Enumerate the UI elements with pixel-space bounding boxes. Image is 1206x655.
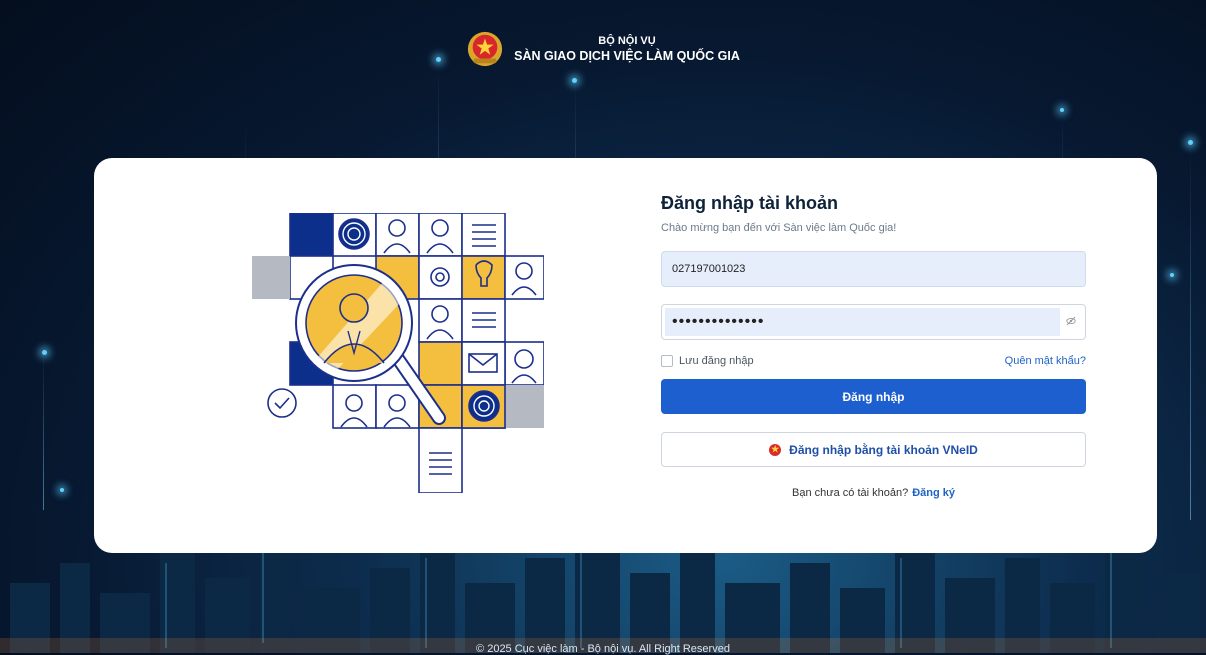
national-emblem-icon	[468, 31, 503, 67]
username-value: 027197001023	[672, 263, 746, 275]
forgot-password-link[interactable]: Quên mật khẩu?	[1005, 355, 1086, 367]
login-card: Đăng nhập tài khoản Chào mừng bạn đến vớ…	[94, 158, 1157, 553]
site-header: BỘ NỘI VỤ SÀN GIAO DỊCH VIỆC LÀM QUỐC GI…	[0, 30, 1206, 68]
vneid-star-icon: ★	[769, 443, 782, 456]
remember-checkbox[interactable]	[661, 355, 673, 367]
login-heading: Đăng nhập tài khoản	[661, 193, 839, 213]
remember-label: Lưu đăng nhập	[679, 355, 754, 367]
login-subtitle: Chào mừng bạn đến với Sàn việc làm Quốc …	[661, 222, 897, 234]
remember-me[interactable]: Lưu đăng nhập	[661, 355, 754, 367]
vneid-login-button[interactable]: ★ Đăng nhập bằng tài khoản VNeID	[661, 432, 1086, 467]
ministry-name: BỘ NỘI VỤ	[598, 35, 656, 47]
vneid-label: Đăng nhập bằng tài khoản VNeID	[789, 442, 978, 457]
job-search-illustration	[252, 213, 544, 493]
password-input[interactable]: ••••••••••••••	[665, 308, 1060, 336]
eye-slash-icon[interactable]	[1060, 316, 1082, 329]
username-input[interactable]: 027197001023	[661, 251, 1086, 287]
signup-prompt: Bạn chưa có tài khoản? Đăng ký	[661, 487, 1086, 499]
register-link[interactable]: Đăng ký	[912, 487, 955, 499]
footer-copyright: © 2025 Cục việc làm - Bộ nội vụ. All Rig…	[476, 643, 730, 655]
login-form: Đăng nhập tài khoản Chào mừng bạn đến vớ…	[661, 193, 1086, 499]
login-button[interactable]: Đăng nhập	[661, 379, 1086, 414]
no-account-text: Bạn chưa có tài khoản?	[791, 487, 909, 499]
password-field: ••••••••••••••	[661, 304, 1086, 340]
site-title: SÀN GIAO DỊCH VIỆC LÀM QUỐC GIA	[514, 49, 740, 63]
